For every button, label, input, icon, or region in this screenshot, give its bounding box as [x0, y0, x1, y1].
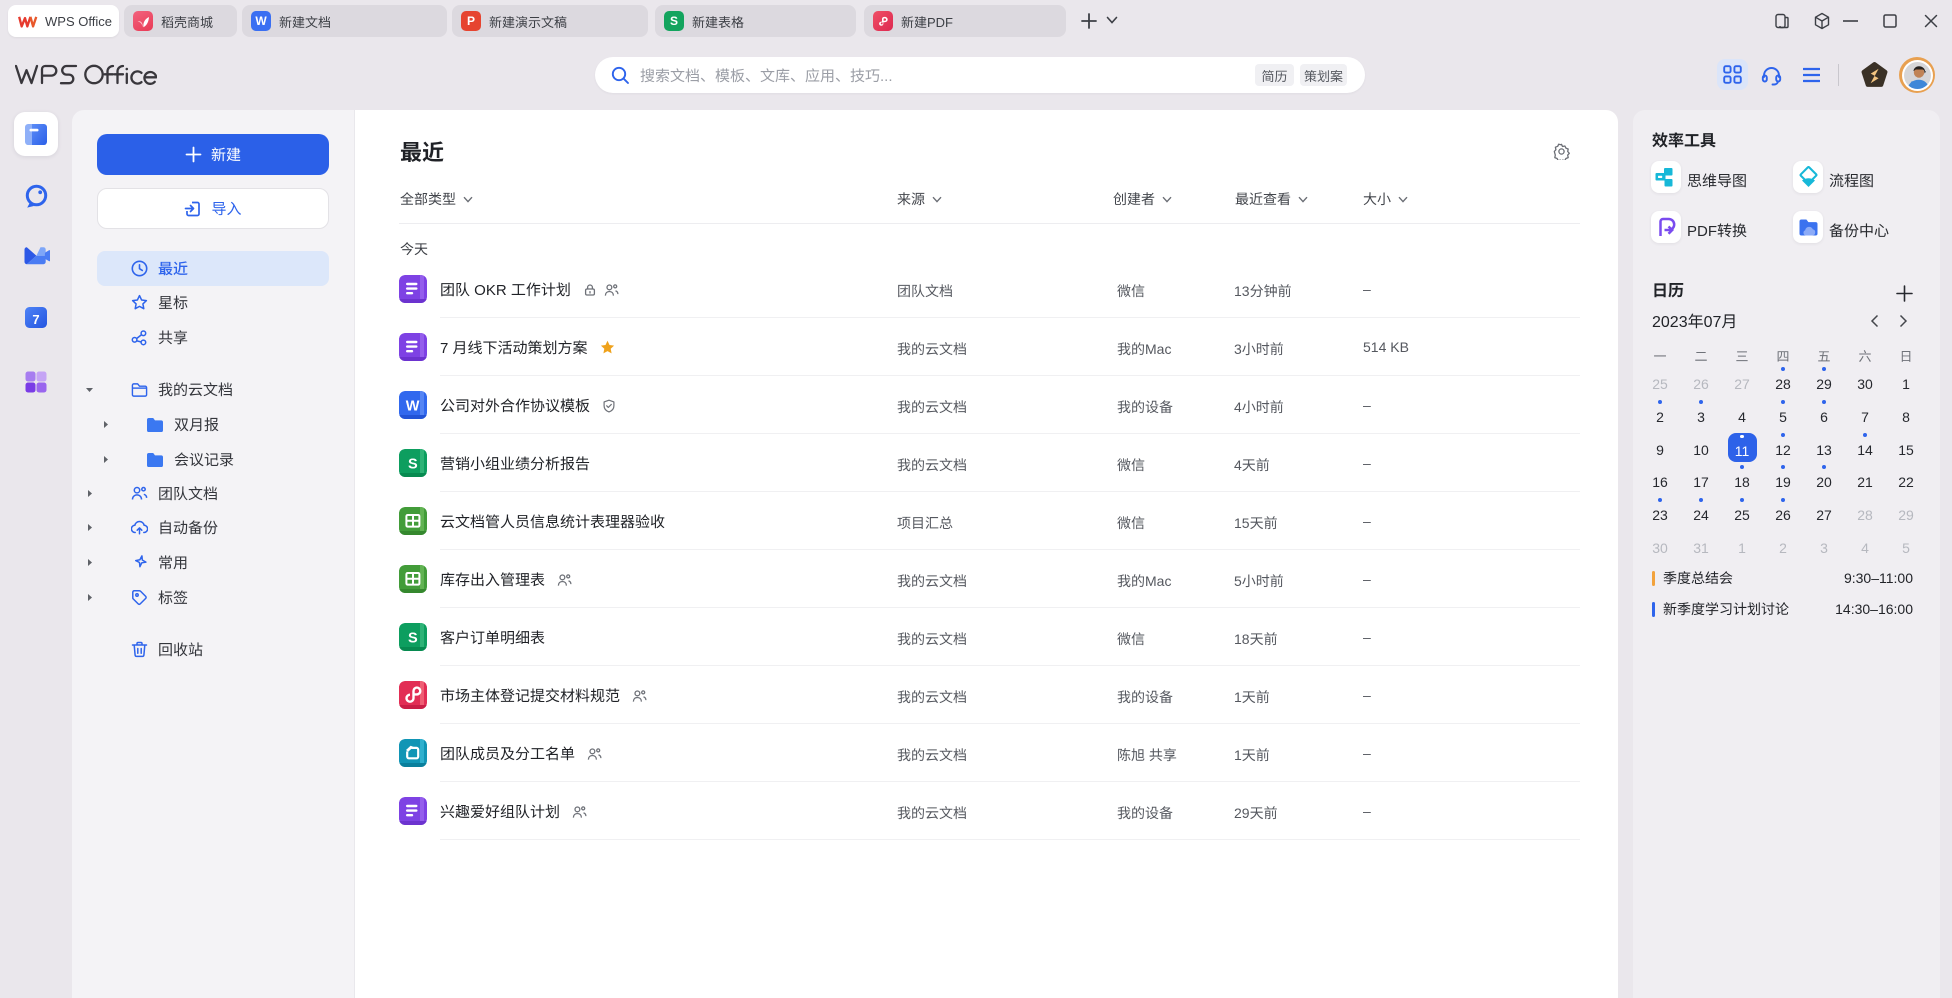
svg-text:7: 7 [32, 312, 39, 327]
svg-text:S: S [408, 630, 418, 646]
svg-text:S: S [408, 456, 418, 472]
svg-text:W: W [406, 398, 420, 414]
